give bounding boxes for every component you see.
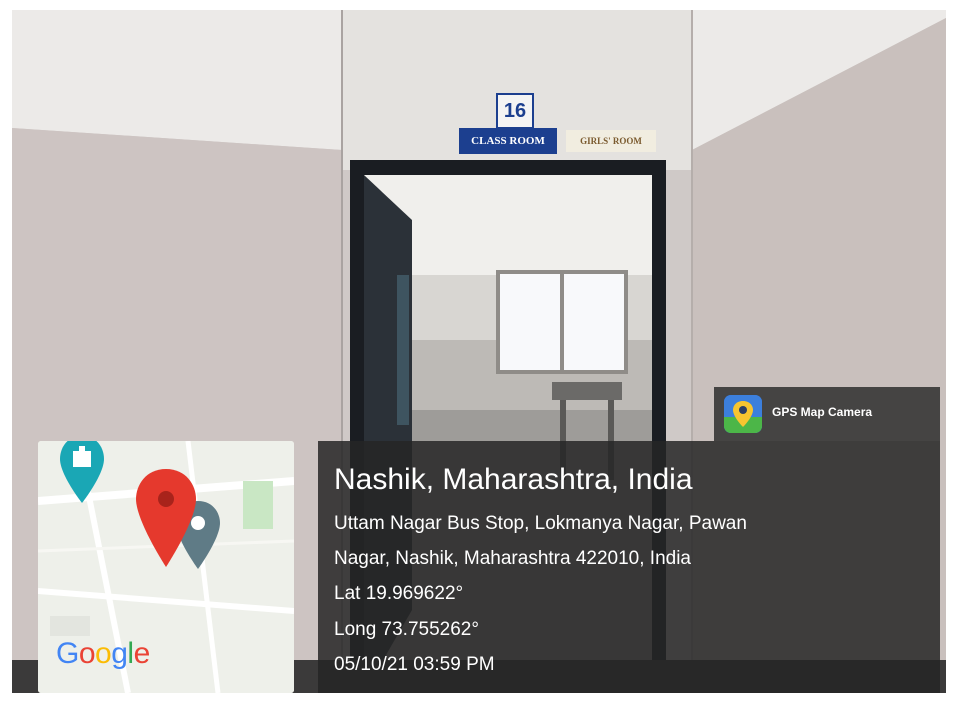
photo-frame: 16 CLASS ROOM GIRLS' ROOM GPS Map Camera… [0,0,958,713]
google-logo: Google [56,637,150,670]
classroom-photo: 16 CLASS ROOM GIRLS' ROOM GPS Map Camera… [12,10,946,693]
app-badge-label: GPS Map Camera [772,405,873,419]
location-info-panel: Nashik, Maharashtra, India Uttam Nagar B… [318,441,940,693]
timestamp-text: 05/10/21 03:59 PM [334,654,495,675]
app-badge: GPS Map Camera [714,387,940,441]
city-line: Nashik, Maharashtra, India [334,463,693,496]
class-room-sign: CLASS ROOM [459,128,557,154]
latitude-text: Lat 19.969622° [334,583,464,604]
gps-map-camera-app-icon [724,395,762,433]
address-line-1: Uttam Nagar Bus Stop, Lokmanya Nagar, Pa… [334,513,747,534]
longitude-text: Long 73.755262° [334,619,479,640]
map-thumbnail: Google [38,441,294,693]
room-number-sign: 16 [496,93,534,129]
girls-room-sign: GIRLS' ROOM [566,130,656,152]
address-line-2: Nagar, Nashik, Maharashtra 422010, India [334,548,691,569]
